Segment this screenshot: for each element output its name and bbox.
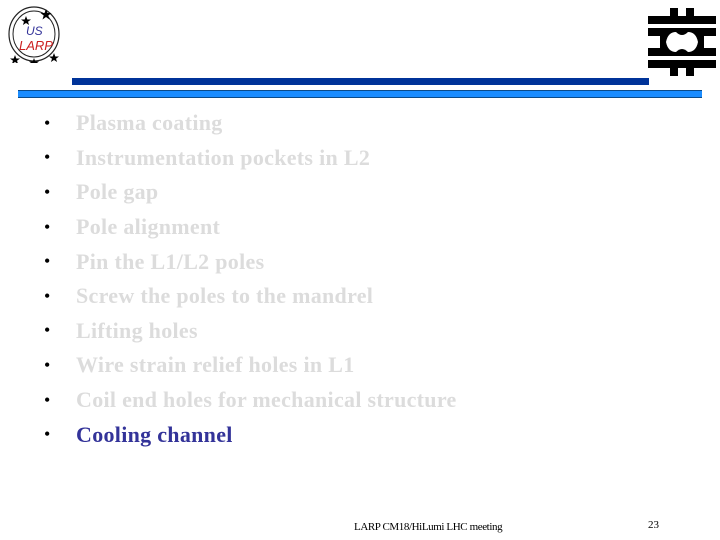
list-item: • Coil end holes for mechanical structure bbox=[44, 383, 457, 418]
bullet-icon: • bbox=[44, 216, 51, 237]
fermilab-logo bbox=[646, 8, 718, 76]
bullet-icon: • bbox=[44, 251, 51, 272]
logo-text-larp: LARP bbox=[19, 38, 53, 53]
bullet-list: • Plasma coating • Instrumentation pockets… bbox=[44, 106, 457, 452]
logo-text-us: US bbox=[26, 24, 43, 38]
bullet-text: Lifting holes bbox=[76, 317, 198, 343]
list-item: • Cooling channel bbox=[44, 417, 457, 452]
bullet-icon: • bbox=[44, 354, 51, 375]
list-item: • Plasma coating bbox=[44, 106, 457, 141]
bullet-text: Plasma coating bbox=[76, 110, 223, 136]
list-item: • Pole gap bbox=[44, 175, 457, 210]
bullet-icon: • bbox=[44, 147, 51, 168]
bullet-text: Pin the L1/L2 poles bbox=[76, 248, 265, 274]
list-item: • Screw the poles to the mandrel bbox=[44, 279, 457, 314]
bullet-text: Screw the poles to the mandrel bbox=[76, 283, 374, 309]
bullet-text: Cooling channel bbox=[76, 421, 233, 447]
bullet-icon: • bbox=[44, 424, 51, 445]
list-item: • Wire strain relief holes in L1 bbox=[44, 348, 457, 383]
page-number: 23 bbox=[648, 519, 659, 531]
list-item: • Lifting holes bbox=[44, 314, 457, 349]
bullet-icon: • bbox=[44, 181, 51, 202]
bullet-text: Coil end holes for mechanical structure bbox=[76, 387, 457, 413]
bullet-text: Wire strain relief holes in L1 bbox=[76, 352, 355, 378]
bullet-text: Pole alignment bbox=[76, 214, 221, 240]
us-larp-logo: US LARP bbox=[6, 3, 62, 67]
list-item: • Pole alignment bbox=[44, 210, 457, 245]
bullet-text: Pole gap bbox=[76, 179, 159, 205]
bullet-icon: • bbox=[44, 285, 51, 306]
bullet-icon: • bbox=[44, 320, 51, 341]
list-item: • Pin the L1/L2 poles bbox=[44, 244, 457, 279]
bullet-icon: • bbox=[44, 112, 51, 133]
bullet-text: Instrumentation pockets in L2 bbox=[76, 144, 371, 170]
header-bar-dark bbox=[72, 78, 649, 85]
footer-text: LARP CM18/HiLumi LHC meeting bbox=[354, 521, 503, 533]
header-bar-light bbox=[18, 90, 702, 98]
list-item: • Instrumentation pockets in L2 bbox=[44, 141, 457, 176]
bullet-icon: • bbox=[44, 389, 51, 410]
